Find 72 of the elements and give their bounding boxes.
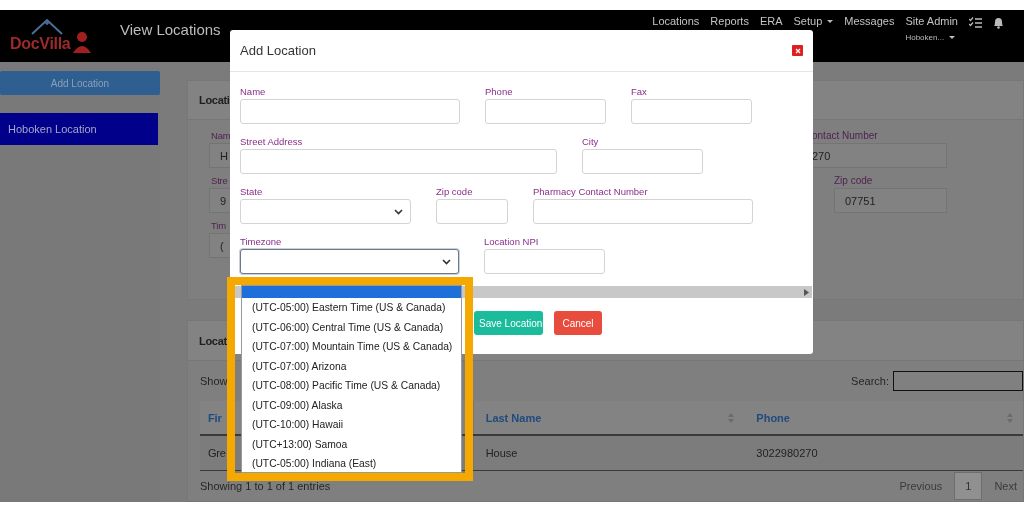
doctor-icon (72, 31, 93, 53)
nav-link[interactable]: Setup (793, 15, 834, 27)
card-title: Locati (199, 94, 230, 106)
caret-icon (827, 19, 834, 23)
dialog-title: Add Location (240, 43, 316, 58)
sidebar-item[interactable]: Hoboken Location (0, 113, 158, 145)
field-label: Tim (210, 220, 227, 231)
cancel-button[interactable]: Cancel (554, 311, 602, 335)
chevron-down-icon (394, 208, 403, 215)
field-label: Nam (210, 130, 231, 141)
dropdown-option[interactable]: (UTC-10:00) Hawaii (242, 415, 461, 435)
select-field[interactable] (240, 249, 459, 274)
bell-icon[interactable] (993, 17, 1004, 29)
input-field[interactable]: 9 (209, 188, 231, 213)
field-label: Street Address (240, 136, 304, 147)
search-field[interactable] (893, 371, 1023, 391)
input-field[interactable] (484, 249, 605, 274)
input-field[interactable] (436, 199, 508, 224)
page-number[interactable]: 1 (954, 472, 983, 500)
sort-icon (1007, 412, 1013, 423)
scroll-right-icon[interactable] (804, 288, 809, 296)
field-label: Name (240, 86, 267, 97)
input-field[interactable]: ( (209, 233, 231, 258)
dropdown-option[interactable]: (UTC-08:00) Pacific Time (US & Canada) (242, 376, 461, 396)
nav-link[interactable]: Locations (652, 15, 700, 27)
field-label: Zip code (436, 186, 474, 197)
show-label: Show (200, 375, 228, 387)
sort-icon (728, 412, 735, 423)
field-label: City (582, 136, 600, 147)
input-field[interactable]: 270 (812, 143, 947, 168)
input-field[interactable] (533, 199, 753, 224)
search-label: Search: (851, 375, 889, 387)
dropdown-option[interactable]: (UTC-05:00) Eastern Time (US & Canada) (242, 298, 461, 318)
table-cell: House (472, 436, 745, 470)
dropdown-option[interactable]: (UTC-07:00) Arizona (242, 356, 461, 376)
dropdown-option[interactable]: (UTC-05:00) Indiana (East) (242, 454, 461, 472)
input-field[interactable] (582, 149, 703, 174)
field-label: Location NPI (484, 236, 540, 247)
input-field[interactable] (240, 149, 557, 174)
input-field[interactable]: 07751 (834, 188, 947, 213)
input-field[interactable]: H (209, 143, 231, 168)
table-cell-text: 3022980270 (755, 446, 819, 461)
field-label: Stre (210, 175, 229, 186)
field-label: Pharmacy Contact Number (533, 186, 649, 197)
location-switcher[interactable]: Hoboken... (905, 33, 958, 42)
table-cell-text: Gre (207, 446, 227, 461)
input-field[interactable] (485, 99, 606, 124)
field-label: Phone (485, 86, 514, 97)
user-name[interactable]: Site Admin (905, 15, 958, 27)
close-button[interactable] (792, 45, 803, 56)
checklist-icon[interactable] (969, 17, 982, 28)
field-label: Timezone (240, 236, 283, 247)
chevron-down-icon (442, 258, 451, 265)
house-icon (30, 16, 64, 36)
nav-link[interactable]: Messages (844, 15, 895, 27)
field-label: Fax (631, 86, 648, 97)
card-title: Locat (199, 334, 227, 347)
dropdown-option[interactable]: (UTC+13:00) Samoa (242, 434, 461, 454)
input-field[interactable] (240, 99, 460, 124)
field-label: State (240, 186, 264, 197)
caret-icon (949, 36, 956, 39)
dropdown-option[interactable]: (UTC-09:00) Alaska (242, 395, 461, 415)
nav-link[interactable]: Reports (710, 15, 749, 27)
blank-option[interactable] (242, 286, 461, 298)
entries-info: Showing 1 to 1 of 1 entries (200, 480, 331, 492)
nav-link[interactable]: ERA (759, 15, 783, 27)
dropdown-option[interactable]: (UTC-07:00) Mountain Time (US & Canada) (242, 337, 461, 357)
field-label: Zip code (834, 175, 874, 186)
dropdown-option[interactable]: (UTC-06:00) Central Time (US & Canada) (242, 317, 461, 337)
page-title: View Locations (120, 20, 221, 38)
field-label: ontact Number (812, 130, 879, 141)
input-field[interactable] (631, 99, 752, 124)
